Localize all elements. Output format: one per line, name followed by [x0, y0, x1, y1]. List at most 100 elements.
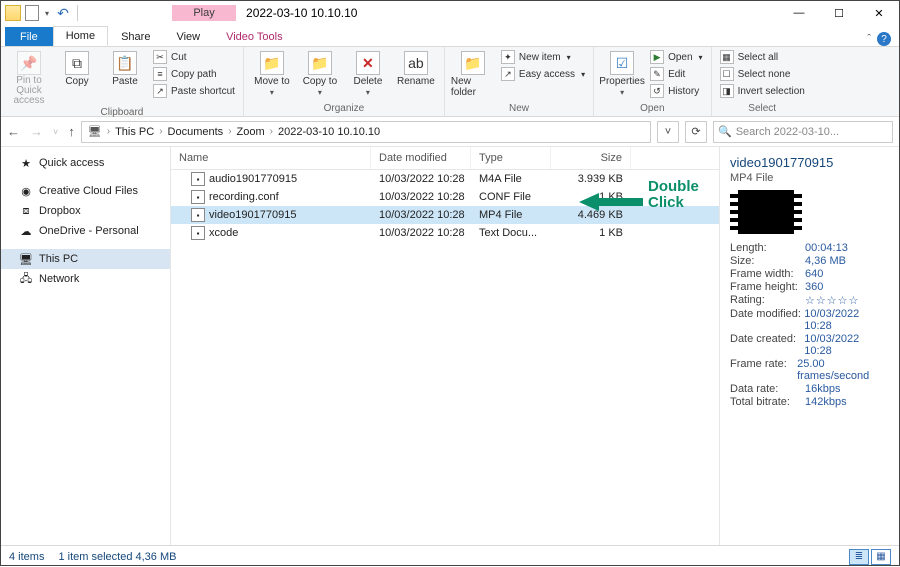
open-icon: ▶	[650, 50, 664, 64]
column-headers[interactable]: Name Date modified Type Size	[171, 147, 719, 170]
sidebar-item[interactable]: ★Quick access	[1, 153, 170, 173]
file-type: CONF File	[471, 191, 551, 203]
file-type: MP4 File	[471, 209, 551, 221]
up-button[interactable]: ↑	[68, 124, 75, 139]
file-name: xcode	[209, 227, 238, 239]
new-folder-button[interactable]: 📁New folder	[451, 49, 495, 98]
close-button[interactable]: ✕	[859, 1, 899, 25]
chevron-down-icon[interactable]: ▾	[43, 9, 51, 18]
select-none-icon: ☐	[720, 67, 734, 81]
rename-button[interactable]: abRename	[394, 49, 438, 87]
meta-key: Frame rate:	[730, 358, 797, 382]
copy-to-button[interactable]: 📁Copy to▾	[298, 49, 342, 97]
easy-access-button[interactable]: ↗Easy access▾	[499, 66, 587, 82]
tab-video-tools[interactable]: Video Tools	[213, 27, 295, 46]
breadcrumb[interactable]: 🖥 › This PC› Documents› Zoom› 2022-03-10…	[81, 121, 651, 143]
tab-home[interactable]: Home	[53, 26, 108, 46]
paste-button[interactable]: 📋Paste	[103, 49, 147, 87]
file-size: 1 KB	[551, 227, 631, 239]
sidebar-item[interactable]: 🖥This PC	[1, 249, 170, 269]
breadcrumb-seg[interactable]: Documents	[164, 126, 228, 138]
navigation-bar: ← → ˅ ↑ 🖥 › This PC› Documents› Zoom› 20…	[1, 117, 899, 147]
help-icon[interactable]: ?	[877, 32, 891, 46]
minimize-button[interactable]: —	[779, 1, 819, 25]
meta-key: Date modified:	[730, 308, 804, 332]
file-row[interactable]: ▪audio190177091510/03/2022 10:28M4A File…	[171, 170, 719, 188]
tab-file[interactable]: File	[5, 27, 53, 46]
tab-view[interactable]: View	[163, 27, 213, 46]
paste-shortcut-button[interactable]: ↗Paste shortcut	[151, 83, 237, 99]
breadcrumb-dropdown-button[interactable]: ˅	[657, 121, 679, 143]
open-button[interactable]: ▶Open▾	[648, 49, 704, 65]
details-view-button[interactable]: ≣	[849, 549, 869, 565]
contextual-tab-play[interactable]: Play	[172, 5, 236, 21]
move-to-button[interactable]: 📁Move to▾	[250, 49, 294, 97]
col-size[interactable]: Size	[551, 147, 631, 169]
history-button[interactable]: ↺History	[648, 83, 704, 99]
group-organize: 📁Move to▾ 📁Copy to▾ ✕Delete▾ abRename Or…	[244, 47, 445, 116]
cut-button[interactable]: ✂Cut	[151, 49, 237, 65]
invert-selection-button[interactable]: ◨Invert selection	[718, 83, 807, 99]
sidebar-item[interactable]: ⧈Dropbox	[1, 201, 170, 221]
search-input[interactable]: 🔍 Search 2022-03-10...	[713, 121, 893, 143]
back-button[interactable]: ←	[7, 124, 20, 139]
details-meta-row: Frame rate:25.00 frames/second	[730, 358, 889, 382]
maximize-button[interactable]: ☐	[819, 1, 859, 25]
new-item-button[interactable]: ✦New item▾	[499, 49, 587, 65]
file-type: M4A File	[471, 173, 551, 185]
status-item-count: 4 items	[9, 551, 44, 563]
file-size: 3.939 KB	[551, 173, 631, 185]
sidebar-item[interactable]: ◉Creative Cloud Files	[1, 181, 170, 201]
separator	[77, 5, 78, 21]
undo-icon[interactable]: ↶	[55, 5, 71, 21]
properties-button[interactable]: ☑Properties▾	[600, 49, 644, 97]
details-meta-row: Date modified:10/03/2022 10:28	[730, 308, 889, 332]
select-all-button[interactable]: ▦Select all	[718, 49, 807, 65]
copy-button[interactable]: ⧉Copy	[55, 49, 99, 87]
sidebar-icon: ★	[19, 156, 33, 170]
file-size: 4.469 KB	[551, 209, 631, 221]
quick-access-toolbar: ▾ ↶	[1, 5, 84, 21]
file-type: Text Docu...	[471, 227, 551, 239]
edit-button[interactable]: ✎Edit	[648, 66, 704, 82]
file-row[interactable]: ▪recording.conf10/03/2022 10:28CONF File…	[171, 188, 719, 206]
ribbon-collapse-icon[interactable]: ˆ	[867, 33, 871, 45]
forward-button[interactable]: →	[30, 124, 43, 139]
recent-locations-button[interactable]: ˅	[53, 127, 58, 137]
select-none-button[interactable]: ☐Select none	[718, 66, 807, 82]
meta-value: 00:04:13	[805, 242, 848, 254]
meta-key: Total bitrate:	[730, 396, 805, 408]
document-icon[interactable]	[25, 5, 39, 21]
sidebar-item[interactable]: 🖧Network	[1, 269, 170, 289]
sidebar-item-label: Creative Cloud Files	[39, 185, 138, 197]
file-name: audio1901770915	[209, 173, 297, 185]
tab-share[interactable]: Share	[108, 27, 163, 46]
meta-value: 10/03/2022 10:28	[804, 333, 889, 357]
refresh-button[interactable]: ⟳	[685, 121, 707, 143]
col-name[interactable]: Name	[171, 147, 371, 169]
sidebar-icon: 🖧	[19, 272, 33, 286]
delete-button[interactable]: ✕Delete▾	[346, 49, 390, 97]
pin-quick-access-button[interactable]: 📌Pin to Quick access	[7, 49, 51, 106]
breadcrumb-seg[interactable]: This PC	[111, 126, 158, 138]
sidebar-item[interactable]: ☁OneDrive - Personal	[1, 221, 170, 241]
file-date: 10/03/2022 10:28	[371, 209, 471, 221]
file-row[interactable]: ▪xcode10/03/2022 10:28Text Docu...1 KB	[171, 224, 719, 242]
file-row[interactable]: ▪video190177091510/03/2022 10:28MP4 File…	[171, 206, 719, 224]
details-meta-row: Size:4,36 MB	[730, 255, 889, 267]
meta-value: 10/03/2022 10:28	[804, 308, 889, 332]
sidebar-icon: 🖥	[19, 252, 33, 266]
breadcrumb-seg[interactable]: 2022-03-10 10.10.10	[274, 126, 384, 138]
meta-key: Data rate:	[730, 383, 805, 395]
breadcrumb-seg[interactable]: Zoom	[233, 126, 269, 138]
file-icon: ▪	[191, 190, 205, 204]
view-switcher: ≣ ▦	[849, 549, 891, 565]
folder-icon[interactable]	[5, 5, 21, 21]
details-meta-row: Data rate:16kbps	[730, 383, 889, 395]
icons-view-button[interactable]: ▦	[871, 549, 891, 565]
col-type[interactable]: Type	[471, 147, 551, 169]
meta-key: Frame height:	[730, 281, 805, 293]
meta-key: Size:	[730, 255, 805, 267]
copy-path-button[interactable]: ≡Copy path	[151, 66, 237, 82]
col-date[interactable]: Date modified	[371, 147, 471, 169]
